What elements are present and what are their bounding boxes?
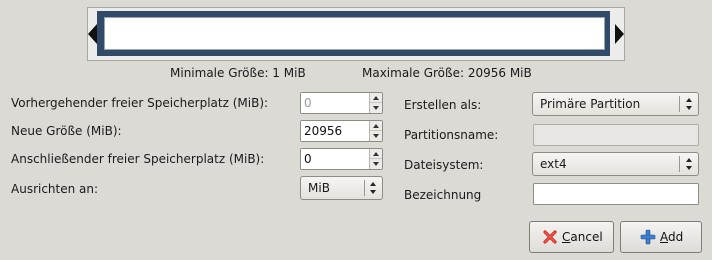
new-size-spinner[interactable] bbox=[300, 120, 383, 142]
arrow-up-icon bbox=[373, 96, 379, 100]
cancel-button-label: Cancel bbox=[562, 230, 603, 244]
add-button-label: Add bbox=[660, 230, 684, 244]
combo-separator bbox=[364, 180, 365, 196]
align-to-label: Ausrichten an: bbox=[11, 182, 99, 196]
filesystem-label: Dateisystem: bbox=[404, 158, 484, 172]
increment-button[interactable] bbox=[370, 121, 382, 131]
arrow-down-icon bbox=[373, 106, 379, 110]
add-button[interactable]: Add bbox=[620, 221, 702, 253]
decrement-button[interactable] bbox=[370, 103, 382, 113]
create-as-combo[interactable]: Primäre Partition bbox=[532, 92, 699, 116]
minimum-size-text: Minimale Größe: 1 MiB bbox=[170, 66, 306, 80]
following-free-space-label: Anschließender freier Speicherplatz (MiB… bbox=[11, 152, 265, 166]
following-free-space-input[interactable] bbox=[301, 149, 369, 169]
combo-separator bbox=[679, 96, 680, 112]
red-x-icon bbox=[543, 230, 557, 244]
align-to-combo[interactable]: MiB bbox=[300, 176, 383, 200]
combo-separator bbox=[679, 156, 680, 172]
increment-button[interactable] bbox=[370, 149, 382, 159]
arrow-down-icon bbox=[373, 134, 379, 138]
volume-label-input[interactable] bbox=[533, 183, 699, 205]
create-as-value: Primäre Partition bbox=[540, 97, 641, 111]
partition-used-area bbox=[104, 17, 605, 50]
new-size-label: Neue Größe (MiB): bbox=[11, 124, 122, 138]
filesystem-combo[interactable]: ext4 bbox=[532, 152, 699, 176]
volume-label-label: Bezeichnung bbox=[404, 188, 482, 202]
combo-arrows-icon bbox=[685, 156, 694, 172]
cancel-button[interactable]: Cancel bbox=[529, 221, 614, 253]
preceding-free-space-input[interactable] bbox=[301, 93, 369, 113]
maximum-size-text: Maximale Größe: 20956 MiB bbox=[362, 66, 532, 80]
spin-buttons bbox=[369, 149, 382, 169]
combo-arrows-icon bbox=[369, 180, 378, 196]
preceding-free-space-spinner[interactable] bbox=[300, 92, 383, 114]
resize-handle-right[interactable] bbox=[615, 24, 624, 44]
resize-handle-left[interactable] bbox=[88, 24, 97, 44]
arrow-up-icon bbox=[373, 124, 379, 128]
following-free-space-spinner[interactable] bbox=[300, 148, 383, 170]
filesystem-value: ext4 bbox=[540, 157, 567, 171]
partition-name-label: Partitionsname: bbox=[404, 128, 499, 142]
decrement-button[interactable] bbox=[370, 131, 382, 141]
preceding-free-space-label: Vorhergehender freier Speicherplatz (MiB… bbox=[11, 96, 269, 110]
align-to-value: MiB bbox=[308, 181, 330, 195]
arrow-up-icon bbox=[373, 152, 379, 156]
partition-name-input[interactable] bbox=[533, 124, 699, 146]
blue-plus-icon bbox=[640, 229, 656, 245]
spin-buttons bbox=[369, 93, 382, 113]
spin-buttons bbox=[369, 121, 382, 141]
arrow-down-icon bbox=[373, 162, 379, 166]
increment-button[interactable] bbox=[370, 93, 382, 103]
combo-arrows-icon bbox=[685, 96, 694, 112]
new-size-input[interactable] bbox=[301, 121, 369, 141]
create-as-label: Erstellen als: bbox=[404, 98, 482, 112]
decrement-button[interactable] bbox=[370, 159, 382, 169]
